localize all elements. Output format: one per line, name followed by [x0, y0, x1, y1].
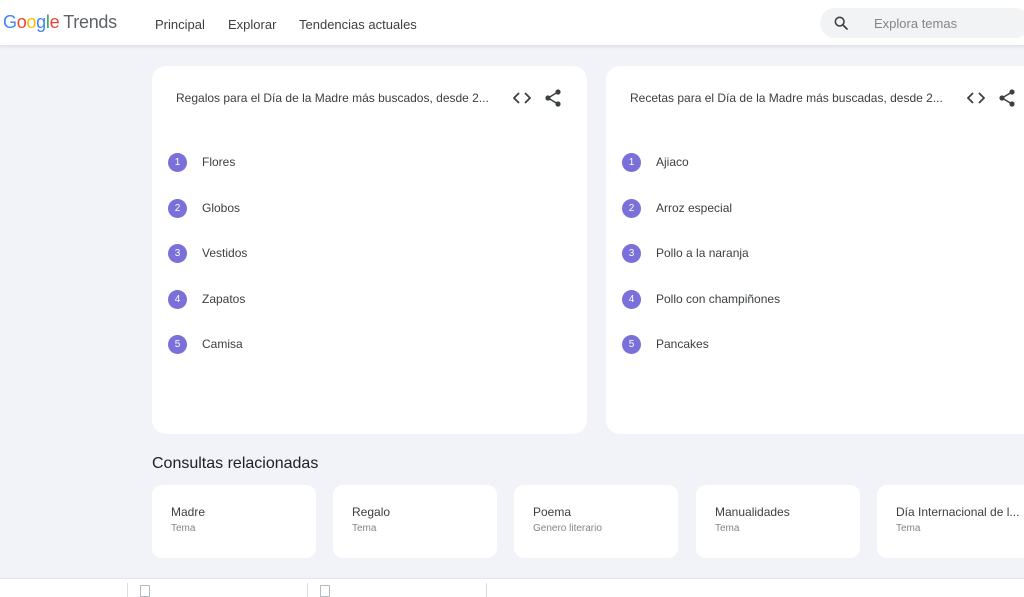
- search-icon[interactable]: [833, 15, 849, 31]
- rank-badge: 2: [168, 199, 187, 218]
- rank-badge: 3: [622, 244, 641, 263]
- related-query-chip[interactable]: Manualidades Tema: [696, 485, 860, 558]
- top-gifts-card: Regalos para el Día de la Madre más busc…: [152, 66, 587, 434]
- item-label: Vestidos: [202, 246, 248, 260]
- share-icon[interactable]: [544, 88, 562, 108]
- code-icon[interactable]: [967, 90, 985, 106]
- search-input[interactable]: [874, 14, 1024, 32]
- search-box[interactable]: [820, 8, 1024, 38]
- related-query-chip[interactable]: Madre Tema: [152, 485, 316, 558]
- document-icon: [320, 585, 330, 597]
- google-trends-logo[interactable]: Google Trends: [3, 12, 117, 33]
- chip-title: Poema: [533, 505, 572, 519]
- top-recipes-card: Recetas para el Día de la Madre más busc…: [606, 66, 1024, 434]
- divider: [307, 583, 308, 597]
- item-label: Arroz especial: [656, 201, 733, 215]
- rank-badge: 2: [622, 199, 641, 218]
- nav-explorar[interactable]: Explorar: [228, 17, 276, 32]
- related-query-chip[interactable]: Poema Genero literario: [514, 485, 678, 558]
- item-label: Ajiaco: [656, 155, 689, 169]
- chip-type: Tema: [171, 523, 196, 534]
- chip-title: Manualidades: [715, 505, 790, 519]
- related-query-chip[interactable]: Regalo Tema: [333, 485, 497, 558]
- chip-type: Tema: [715, 523, 740, 534]
- divider: [127, 583, 128, 597]
- nav-tendencias-actuales[interactable]: Tendencias actuales: [299, 17, 417, 32]
- divider: [486, 583, 487, 597]
- chip-type: Tema: [352, 523, 377, 534]
- item-label: Pancakes: [656, 337, 709, 351]
- item-label: Flores: [202, 155, 236, 169]
- item-label: Pollo con champiñones: [656, 292, 781, 306]
- related-queries-title: Consultas relacionadas: [152, 455, 319, 472]
- rank-badge: 1: [168, 153, 187, 172]
- card-title: Recetas para el Día de la Madre más busc…: [630, 91, 943, 105]
- nav-principal[interactable]: Principal: [155, 17, 205, 32]
- share-icon[interactable]: [998, 88, 1016, 108]
- rank-badge: 5: [622, 335, 641, 354]
- chip-type: Genero literario: [533, 523, 602, 534]
- code-icon[interactable]: [513, 90, 531, 106]
- related-query-chip[interactable]: Día Internacional de l... Tema: [877, 485, 1024, 558]
- chip-type: Tema: [896, 523, 921, 534]
- item-label: Camisa: [202, 337, 243, 351]
- rank-badge: 4: [622, 290, 641, 309]
- rank-badge: 1: [622, 153, 641, 172]
- rank-badge: 4: [168, 290, 187, 309]
- item-label: Pollo a la naranja: [656, 246, 749, 260]
- item-label: Globos: [202, 201, 241, 215]
- item-label: Zapatos: [202, 292, 246, 306]
- chip-title: Regalo: [352, 505, 391, 519]
- chip-title: Día Internacional de l...: [896, 505, 1020, 519]
- top-app-bar: Google Trends Principal Explorar Tendenci…: [0, 0, 1024, 46]
- document-icon: [140, 585, 150, 597]
- rank-badge: 3: [168, 244, 187, 263]
- card-title: Regalos para el Día de la Madre más busc…: [176, 91, 489, 105]
- rank-badge: 5: [168, 335, 187, 354]
- bottom-bar: [0, 578, 1024, 597]
- chip-title: Madre: [171, 505, 206, 519]
